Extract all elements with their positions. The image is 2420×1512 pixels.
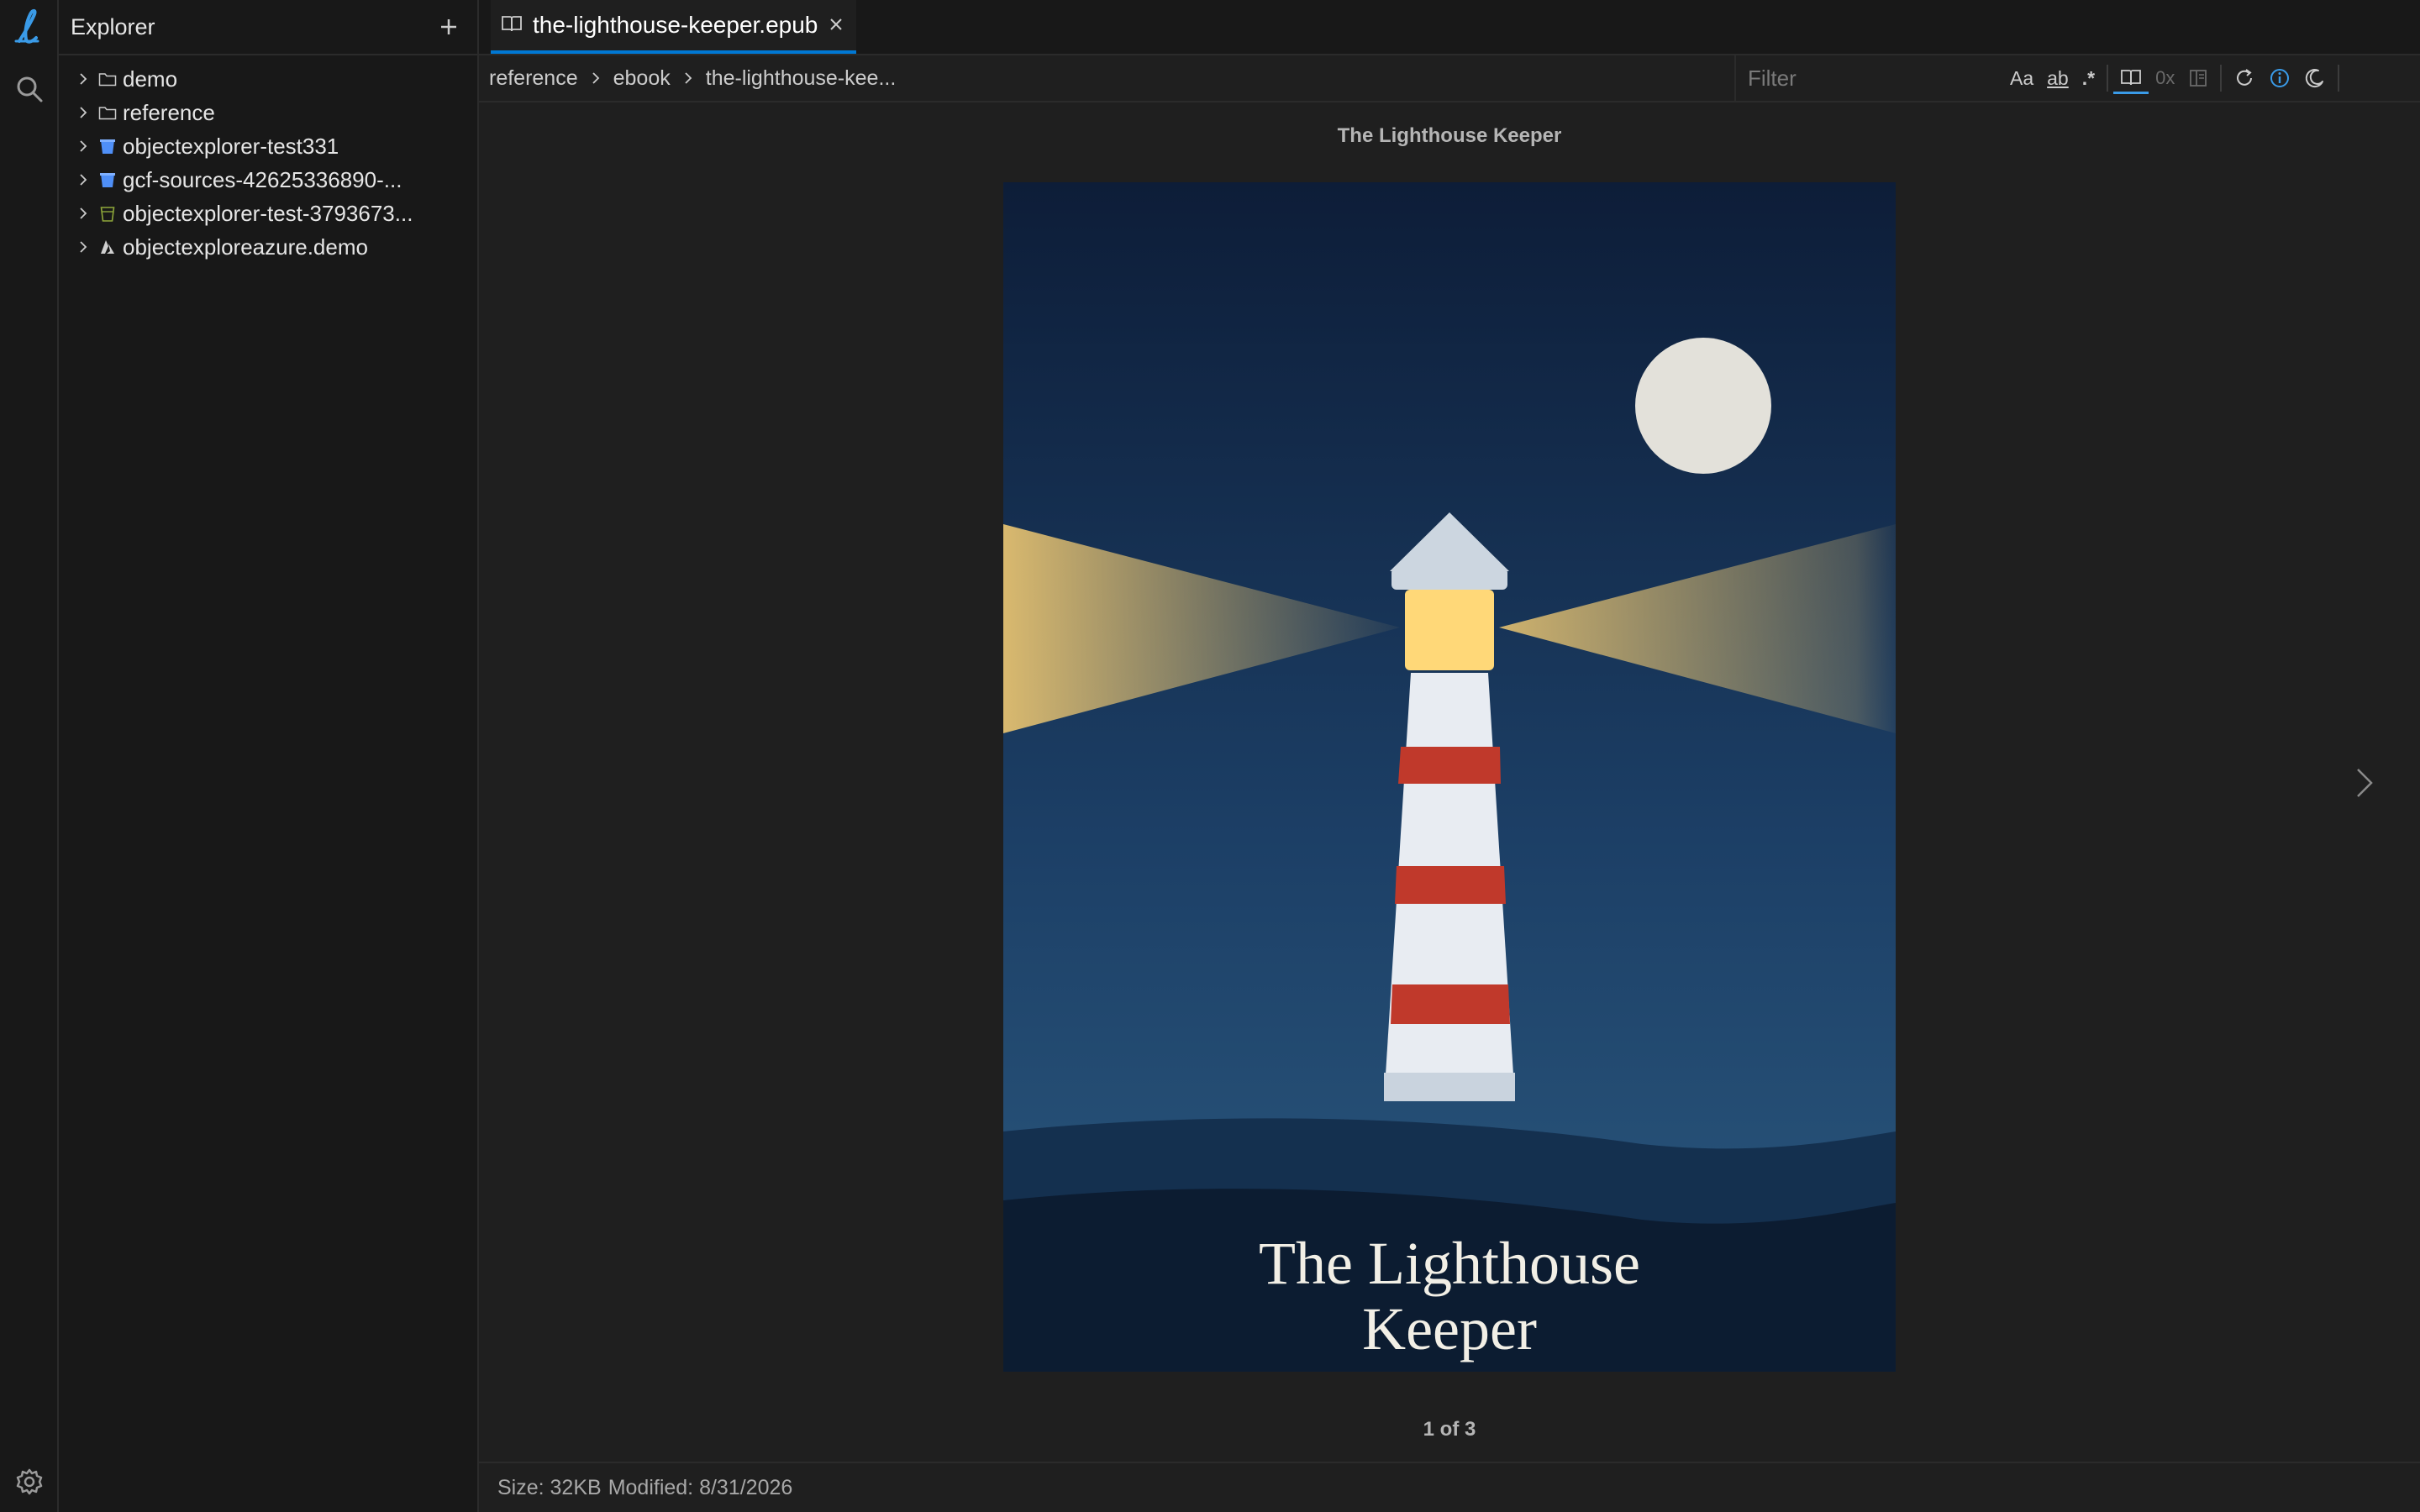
refresh-icon bbox=[2237, 69, 2253, 86]
folder-icon bbox=[97, 102, 118, 123]
info-button[interactable] bbox=[2262, 61, 2297, 95]
activity-bar bbox=[0, 0, 59, 1512]
editor-area: the-lighthouse-keeper.epub reference ebo… bbox=[479, 0, 2420, 1512]
tree-item-gcf-sources[interactable]: gcf-sources-42625336890-... bbox=[59, 163, 477, 197]
status-modified: Modified: 8/31/2026 bbox=[608, 1475, 793, 1499]
toolbar-divider bbox=[2220, 65, 2223, 92]
page-indicator: 1 of 3 bbox=[1423, 1418, 1476, 1441]
book-view-button[interactable] bbox=[2113, 63, 2149, 94]
editor-toolbar: reference ebook the-lighthouse-kee... Aa… bbox=[479, 55, 2420, 102]
split-view-icon bbox=[2190, 70, 2207, 87]
search-icon[interactable] bbox=[0, 62, 59, 116]
tree-item-label: demo bbox=[123, 66, 178, 92]
hex-view-button[interactable]: 0x bbox=[2149, 61, 2181, 95]
book-title: The Lighthouse Keeper bbox=[1337, 124, 1562, 147]
book-icon bbox=[501, 12, 523, 39]
moon-icon bbox=[2306, 69, 2324, 88]
tree-item-label: objectexplorer-test-3793673... bbox=[123, 200, 413, 226]
book-cover-image: The Lighthouse Keeper bbox=[1003, 182, 1896, 1372]
tree-item-demo[interactable]: demo bbox=[59, 62, 477, 96]
match-word-button[interactable]: ab bbox=[2040, 61, 2075, 95]
chevron-right-icon[interactable] bbox=[72, 236, 94, 258]
tab-the-lighthouse-keeper[interactable]: the-lighthouse-keeper.epub bbox=[491, 0, 857, 54]
chevron-right-icon[interactable] bbox=[72, 68, 94, 90]
status-bar: Size: 32KB Modified: 8/31/2026 bbox=[479, 1462, 2420, 1512]
theme-toggle-button[interactable] bbox=[2297, 61, 2333, 95]
tree-item-objectexplorer-test331[interactable]: objectexplorer-test331 bbox=[59, 129, 477, 163]
chevron-right-icon bbox=[590, 71, 602, 86]
close-icon[interactable] bbox=[828, 12, 844, 39]
chevron-right-icon[interactable] bbox=[72, 202, 94, 224]
breadcrumb-item-reference[interactable]: reference bbox=[489, 66, 578, 91]
chevron-right-icon[interactable] bbox=[72, 135, 94, 157]
tree-item-label: objectexplorer-test331 bbox=[123, 133, 339, 159]
cover-title-line2: Keeper bbox=[1362, 1295, 1537, 1362]
tree-item-label: gcf-sources-42625336890-... bbox=[123, 166, 402, 192]
breadcrumb-item-ebook[interactable]: ebook bbox=[613, 66, 671, 91]
azure-icon bbox=[97, 237, 118, 257]
next-page-button[interactable] bbox=[2346, 758, 2383, 808]
book-icon bbox=[2121, 69, 2141, 85]
tree-item-label: objectexploreazure.demo bbox=[123, 234, 368, 260]
chevron-right-icon bbox=[682, 71, 694, 86]
sidebar-header: Explorer bbox=[59, 0, 477, 55]
chevron-right-icon[interactable] bbox=[72, 169, 94, 191]
bucket-icon bbox=[97, 136, 118, 156]
add-connection-button[interactable] bbox=[432, 10, 466, 44]
filter-input[interactable] bbox=[1746, 64, 1993, 92]
tree-item-label: reference bbox=[123, 99, 215, 125]
ebook-viewer: The Lighthouse Keeper The Lighthouse Kee… bbox=[479, 102, 2420, 1462]
bucket-icon bbox=[97, 203, 118, 223]
tab-bar: the-lighthouse-keeper.epub bbox=[479, 0, 2420, 55]
toolbar-icons: Aa ab .* 0x bbox=[2003, 55, 2344, 101]
cover-title-line1: The Lighthouse bbox=[1259, 1230, 1640, 1297]
explorer-sidebar: Explorer demo reference objectexplorer-t… bbox=[59, 0, 479, 1512]
toolbar-divider bbox=[2107, 65, 2109, 92]
match-case-button[interactable]: Aa bbox=[2003, 61, 2040, 95]
info-icon bbox=[2270, 69, 2290, 87]
explorer-tree: demo reference objectexplorer-test331 gc… bbox=[59, 55, 477, 264]
tree-item-objectexploreazure-demo[interactable]: objectexploreazure.demo bbox=[59, 230, 477, 264]
filter-box bbox=[1734, 55, 2003, 101]
sidebar-title: Explorer bbox=[71, 13, 155, 39]
status-size: Size: 32KB bbox=[497, 1475, 602, 1499]
chevron-right-icon bbox=[2357, 769, 2373, 797]
app-logo-icon[interactable] bbox=[0, 0, 59, 54]
regex-button[interactable]: .* bbox=[2075, 61, 2102, 95]
tab-label: the-lighthouse-keeper.epub bbox=[533, 12, 818, 38]
bucket-icon bbox=[97, 170, 118, 190]
split-view-button[interactable] bbox=[2181, 61, 2215, 95]
chevron-right-icon[interactable] bbox=[72, 102, 94, 123]
toolbar-divider bbox=[2338, 65, 2340, 92]
refresh-button[interactable] bbox=[2227, 61, 2262, 95]
tree-item-reference[interactable]: reference bbox=[59, 96, 477, 129]
breadcrumb-item-file[interactable]: the-lighthouse-kee... bbox=[706, 66, 897, 91]
breadcrumb: reference ebook the-lighthouse-kee... bbox=[479, 66, 896, 91]
folder-icon bbox=[97, 69, 118, 89]
plus-icon bbox=[441, 19, 456, 34]
gear-icon[interactable] bbox=[0, 1455, 59, 1509]
tree-item-objectexplorer-test-3793673[interactable]: objectexplorer-test-3793673... bbox=[59, 197, 477, 230]
